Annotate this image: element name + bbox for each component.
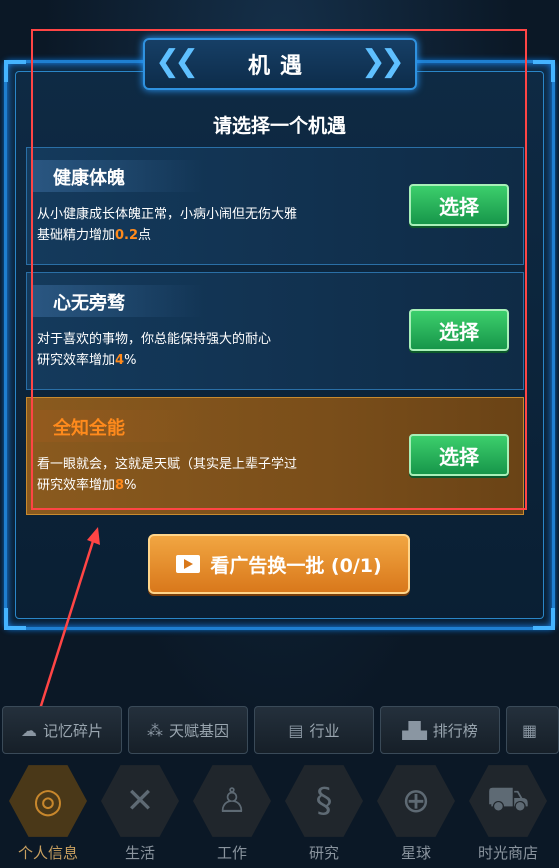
nav-planet[interactable]: ⊕ 星球 xyxy=(370,762,462,868)
fork-knife-icon: ✕ xyxy=(101,765,179,837)
gene-icon: ⁂ xyxy=(146,720,163,740)
subtab-leaderboard[interactable]: ▟▙ 排行榜 xyxy=(380,706,500,754)
worker-desk-icon: ♙ xyxy=(193,765,271,837)
watch-ad-label: 看广告换一批 (0/1) xyxy=(210,554,382,577)
shop-cart-icon: ⛟ xyxy=(469,765,547,837)
subtab-building[interactable]: ▦ xyxy=(506,706,559,754)
dna-icon: § xyxy=(285,765,363,837)
annotation-highlight-box xyxy=(31,29,527,510)
corner-decoration xyxy=(533,60,555,82)
corner-decoration xyxy=(4,60,26,82)
watch-ad-refresh-button[interactable]: 看广告换一批 (0/1) xyxy=(148,534,410,594)
corner-decoration xyxy=(4,608,26,630)
nav-time-shop[interactable]: ⛟ 时光商店 xyxy=(462,762,554,868)
corner-decoration xyxy=(533,608,555,630)
nav-label: 研究 xyxy=(308,844,339,862)
video-play-icon xyxy=(176,555,201,573)
globe-icon: ⊕ xyxy=(377,765,455,837)
nav-label: 生活 xyxy=(124,844,155,862)
subtab-memory-fragments[interactable]: ☁ 记忆碎片 xyxy=(2,706,122,754)
nav-research[interactable]: § 研究 xyxy=(278,762,370,868)
subtab-label: 行业 xyxy=(309,721,340,740)
subtab-label: 记忆碎片 xyxy=(42,721,103,740)
nav-label: 时光商店 xyxy=(477,844,538,862)
nav-personal-info[interactable]: ◎ 个人信息 xyxy=(2,762,94,868)
subtab-industry[interactable]: ▤ 行业 xyxy=(254,706,374,754)
bottom-nav: ◎ 个人信息 ✕ 生活 ♙ 工作 § 研究 ⊕ 星球 ⛟ 时光商店 xyxy=(0,762,559,868)
subtab-label: 天赋基因 xyxy=(168,721,229,740)
sub-tab-bar: ☁ 记忆碎片 ⁂ 天赋基因 ▤ 行业 ▟▙ 排行榜 ▦ xyxy=(0,706,559,756)
podium-icon: ▟▙ xyxy=(402,720,427,740)
nav-label: 星球 xyxy=(400,844,431,862)
document-icon: ▤ xyxy=(288,720,304,740)
subtab-talent-genes[interactable]: ⁂ 天赋基因 xyxy=(128,706,248,754)
nav-label: 工作 xyxy=(216,844,247,862)
nav-work[interactable]: ♙ 工作 xyxy=(186,762,278,868)
building-icon: ▦ xyxy=(521,720,538,740)
nav-label: 个人信息 xyxy=(17,844,78,862)
fingerprint-icon: ◎ xyxy=(9,765,87,837)
subtab-label: 排行榜 xyxy=(432,721,478,740)
nav-life[interactable]: ✕ 生活 xyxy=(94,762,186,868)
brain-icon: ☁ xyxy=(20,720,37,740)
